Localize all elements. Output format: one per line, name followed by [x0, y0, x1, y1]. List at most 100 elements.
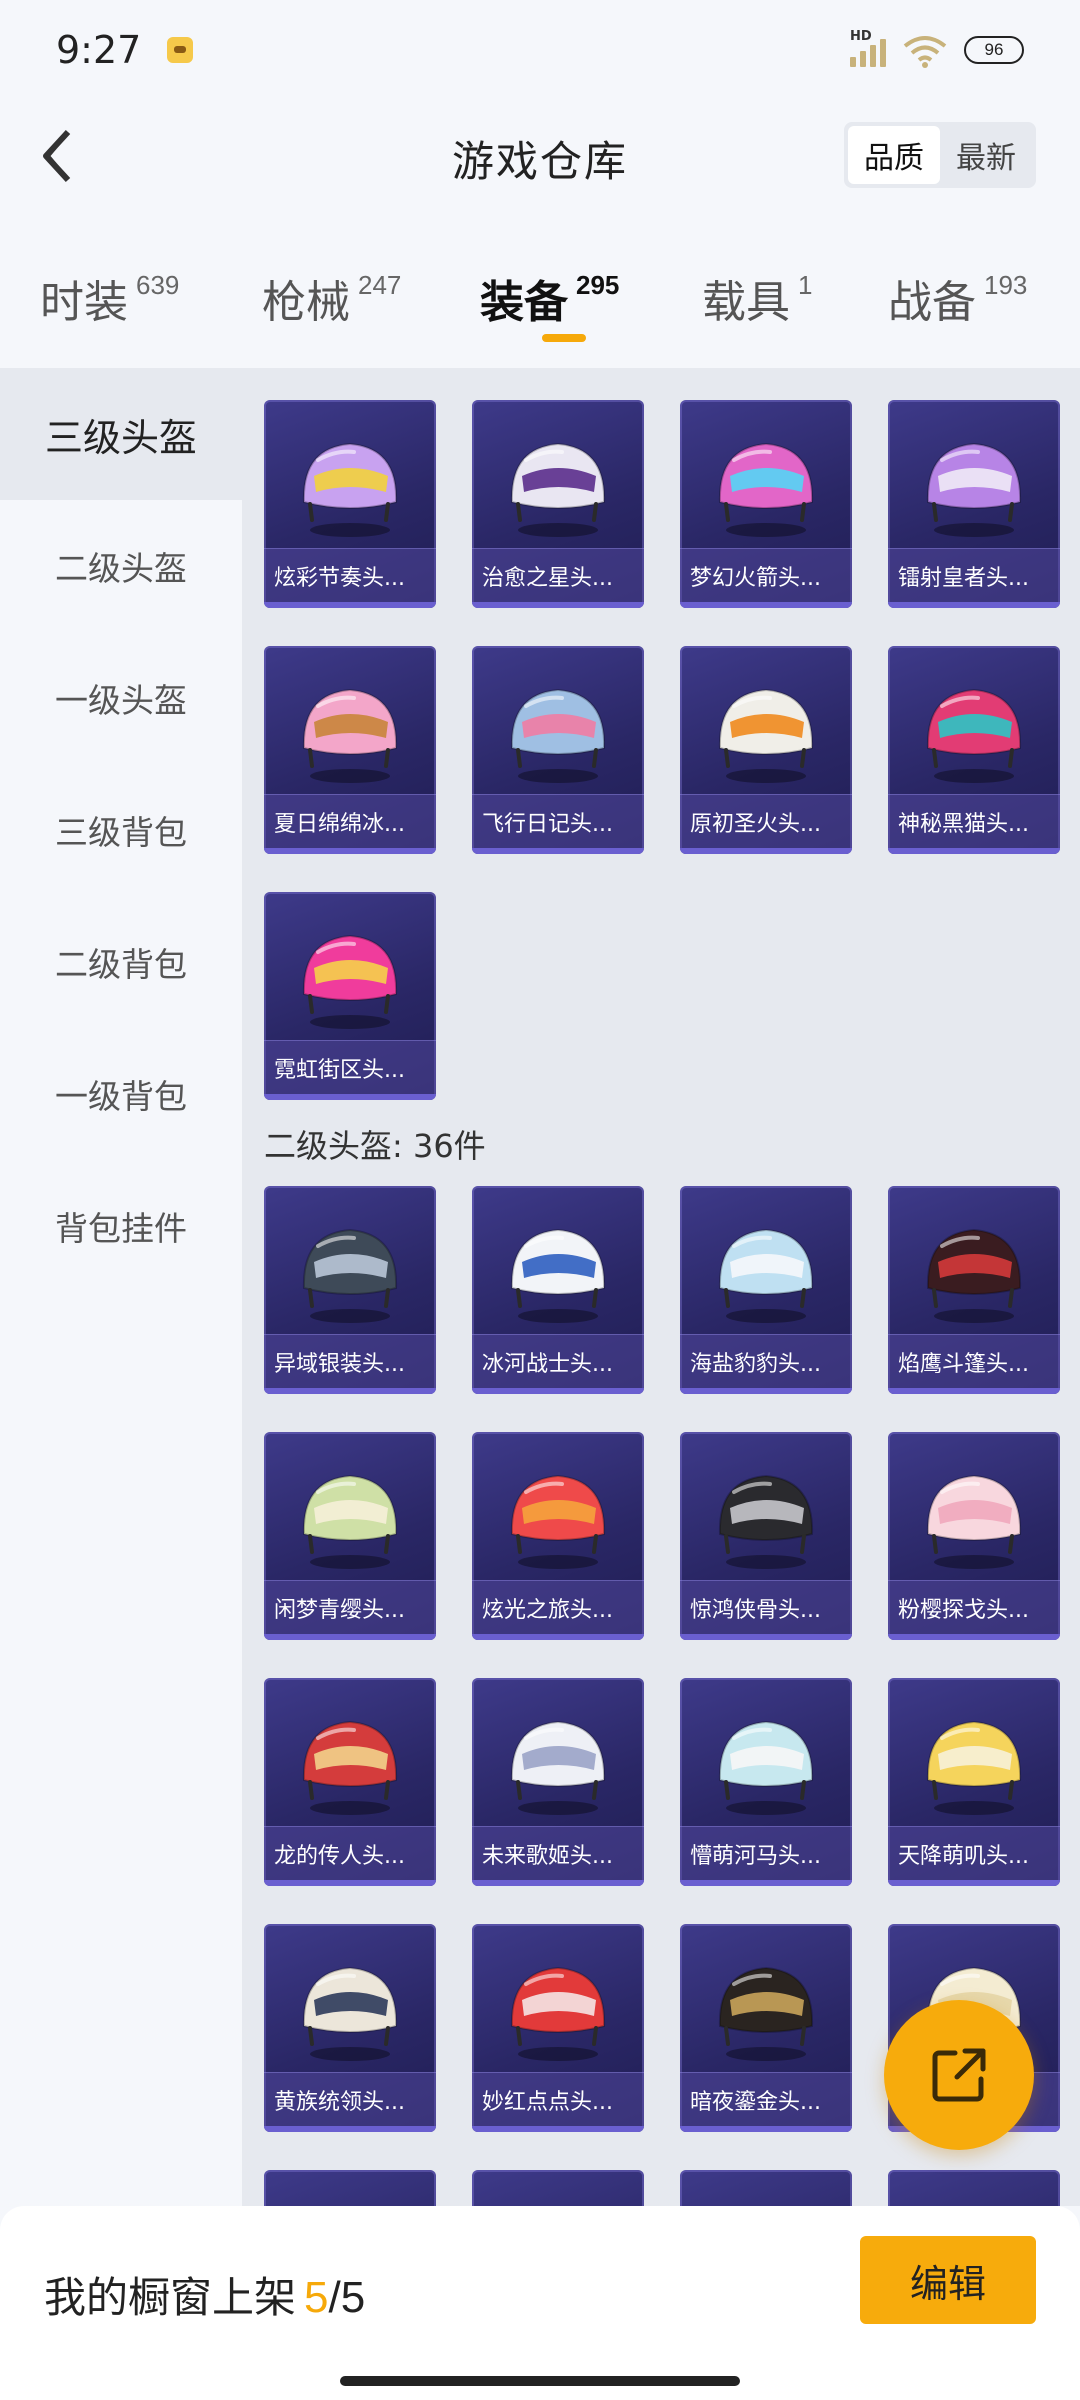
header: 游戏仓库 品质 最新	[0, 100, 1080, 216]
app-notification-icon	[167, 37, 194, 63]
tab-label: 时装	[40, 277, 128, 328]
item-name: 异域银装头...	[264, 1334, 436, 1388]
helmet-icon	[302, 1474, 398, 1569]
showcase-label: 我的橱窗上架	[44, 2273, 297, 2322]
helmet-icon	[926, 1720, 1022, 1815]
item-card[interactable]: 神秘黑猫头...	[888, 646, 1060, 854]
helmet-icon	[706, 1702, 826, 1820]
category-tabs: 时装 639 枪械 247 装备 295 载具 1 战备 193	[0, 230, 1080, 360]
item-card[interactable]: 惊鸿侠骨头...	[680, 1432, 852, 1640]
item-name: 治愈之星头...	[472, 548, 644, 602]
item-list[interactable]: 炫彩节奏头... 治愈之星头... 梦幻火箭头... 镭射皇者头... 夏日绵绵冰...…	[242, 368, 1080, 2206]
back-button[interactable]	[28, 124, 88, 188]
sidebar-item-level3-backpack[interactable]: 三级背包	[0, 764, 242, 896]
helmet-icon	[302, 934, 398, 1029]
battery-icon: 96	[964, 36, 1024, 64]
tab-vehicles[interactable]: 载具 1	[702, 230, 888, 330]
level3-helmet-grid: 炫彩节奏头... 治愈之星头... 梦幻火箭头... 镭射皇者头... 夏日绵绵冰...…	[264, 400, 1080, 1100]
item-card[interactable]: 炫光之旅头...	[472, 1432, 644, 1640]
item-card[interactable]: 原初圣火头...	[680, 646, 852, 854]
helmet-icon	[510, 1474, 606, 1569]
item-name: 黄族统领头...	[264, 2072, 436, 2126]
sort-newest-button[interactable]: 最新	[940, 126, 1032, 184]
tab-fashion[interactable]: 时装 639	[40, 230, 262, 330]
item-card[interactable]	[264, 2170, 436, 2206]
edit-button[interactable]: 编辑	[860, 2236, 1036, 2324]
item-name: 冰河战士头...	[472, 1334, 644, 1388]
helmet-icon	[914, 2194, 1034, 2206]
helmet-icon	[510, 1966, 606, 2061]
battery-level: 96	[984, 40, 1004, 59]
item-card[interactable]: 梦幻火箭头...	[680, 400, 852, 608]
helmet-icon	[302, 442, 398, 537]
item-card[interactable]	[888, 2170, 1060, 2206]
item-name: 妙红点点头...	[472, 2072, 644, 2126]
home-indicator[interactable]	[340, 2376, 740, 2386]
item-card[interactable]: 暗夜鎏金头...	[680, 1924, 852, 2132]
item-card[interactable]: 海盐豹豹头...	[680, 1186, 852, 1394]
helmet-icon	[302, 1228, 398, 1323]
helmet-icon	[914, 1210, 1034, 1328]
item-name: 飞行日记头...	[472, 794, 644, 848]
helmet-icon	[718, 442, 814, 537]
item-name: 暗夜鎏金头...	[680, 2072, 852, 2126]
helmet-icon	[510, 442, 606, 537]
sidebar-item-level1-helmet[interactable]: 一级头盔	[0, 632, 242, 764]
sidebar-item-level1-backpack[interactable]: 一级背包	[0, 1028, 242, 1160]
status-time: 9:27	[56, 28, 142, 72]
item-card[interactable]: 镭射皇者头...	[888, 400, 1060, 608]
helmet-icon	[498, 2194, 618, 2206]
helmet-icon	[718, 1966, 814, 2061]
showcase-current: 5	[304, 2273, 329, 2322]
tab-equipment[interactable]: 装备 295	[480, 230, 702, 342]
item-card[interactable]: 闲梦青缨头...	[264, 1432, 436, 1640]
helmet-icon	[706, 1210, 826, 1328]
sidebar-item-backpack-charm[interactable]: 背包挂件	[0, 1160, 242, 1292]
item-name: 懵萌河马头...	[680, 1826, 852, 1880]
status-bar: 9:27 HD 96	[0, 0, 1080, 100]
helmet-icon	[290, 670, 410, 788]
item-card[interactable]: 粉樱探戈头...	[888, 1432, 1060, 1640]
sidebar: 三级头盔 二级头盔 一级头盔 三级背包 二级背包 一级背包 背包挂件	[0, 368, 242, 2206]
item-card[interactable]: 治愈之星头...	[472, 400, 644, 608]
item-card[interactable]: 霓虹街区头...	[264, 892, 436, 1100]
helmet-icon	[498, 2194, 618, 2206]
item-name: 炫光之旅头...	[472, 1580, 644, 1634]
item-card[interactable]: 妙红点点头...	[472, 1924, 644, 2132]
active-tab-indicator	[542, 334, 587, 342]
sort-quality-button[interactable]: 品质	[848, 126, 940, 184]
item-name: 夏日绵绵冰...	[264, 794, 436, 848]
bottom-bar: 我的橱窗上架 5/5 编辑	[0, 2206, 1080, 2400]
item-card[interactable]: 异域银装头...	[264, 1186, 436, 1394]
item-card[interactable]	[680, 2170, 852, 2206]
showcase-status: 我的橱窗上架 5/5	[44, 2264, 365, 2325]
item-name: 梦幻火箭头...	[680, 548, 852, 602]
item-card[interactable]: 飞行日记头...	[472, 646, 644, 854]
item-card[interactable]	[472, 2170, 644, 2206]
helmet-icon	[706, 2194, 826, 2206]
helmet-icon	[718, 1720, 814, 1815]
sidebar-item-level2-backpack[interactable]: 二级背包	[0, 896, 242, 1028]
showcase-count: 5/5	[304, 2273, 365, 2323]
item-card[interactable]: 黄族统领头...	[264, 1924, 436, 2132]
sidebar-item-level3-helmet[interactable]: 三级头盔	[0, 368, 242, 500]
helmet-icon	[498, 424, 618, 542]
item-card[interactable]: 炫彩节奏头...	[264, 400, 436, 608]
item-name: 原初圣火头...	[680, 794, 852, 848]
network-type-label: HD	[850, 29, 872, 44]
item-card[interactable]: 懵萌河马头...	[680, 1678, 852, 1886]
item-card[interactable]: 龙的传人头...	[264, 1678, 436, 1886]
item-card[interactable]: 天降萌叽头...	[888, 1678, 1060, 1886]
sidebar-item-level2-helmet[interactable]: 二级头盔	[0, 500, 242, 632]
item-card[interactable]: 焰鹰斗篷头...	[888, 1186, 1060, 1394]
helmet-icon	[914, 1702, 1034, 1820]
tab-supplies[interactable]: 战备 193	[888, 230, 1078, 330]
share-button[interactable]	[884, 2000, 1034, 2150]
tab-count: 639	[136, 270, 180, 300]
tab-guns[interactable]: 枪械 247	[262, 230, 480, 330]
item-name: 未来歌姬头...	[472, 1826, 644, 1880]
item-card[interactable]: 冰河战士头...	[472, 1186, 644, 1394]
item-card[interactable]: 夏日绵绵冰...	[264, 646, 436, 854]
item-card[interactable]: 未来歌姬头...	[472, 1678, 644, 1886]
helmet-icon	[718, 688, 814, 783]
